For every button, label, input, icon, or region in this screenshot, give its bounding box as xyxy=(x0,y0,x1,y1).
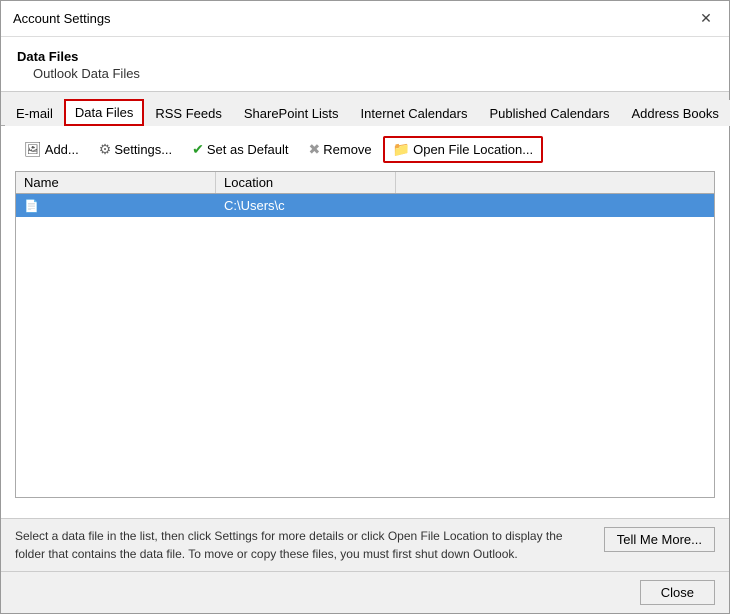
remove-button[interactable]: ✖ Remove xyxy=(300,137,381,162)
location-column-header: Location xyxy=(216,172,396,193)
table-row[interactable]: 📄 C:\Users\c xyxy=(16,194,714,217)
footer-section: Select a data file in the list, then cli… xyxy=(1,518,729,571)
toolbar: 🖼 Add... ⚙ Settings... ✔ Set as Default … xyxy=(15,136,715,163)
add-icon: 🖼 xyxy=(24,141,42,158)
title-bar: Account Settings ✕ xyxy=(1,1,729,37)
list-header: Name Location xyxy=(16,172,714,194)
tab-data-files[interactable]: Data Files xyxy=(64,99,145,126)
footer-text: Select a data file in the list, then cli… xyxy=(15,527,594,563)
tabs-bar: E-mail Data Files RSS Feeds SharePoint L… xyxy=(1,92,729,126)
bottom-bar: Close xyxy=(1,571,729,613)
file-location-cell: C:\Users\c xyxy=(216,194,714,217)
tab-rss-feeds[interactable]: RSS Feeds xyxy=(144,100,232,126)
name-column-header: Name xyxy=(16,172,216,193)
folder-icon: 📁 xyxy=(393,141,410,158)
close-button[interactable]: Close xyxy=(640,580,715,605)
tab-internet-calendars[interactable]: Internet Calendars xyxy=(350,100,479,126)
tab-address-books[interactable]: Address Books xyxy=(620,100,729,126)
section-subtitle: Outlook Data Files xyxy=(17,66,713,81)
open-file-location-button[interactable]: 📁 Open File Location... xyxy=(383,136,543,163)
check-icon: ✔ xyxy=(192,141,204,158)
tab-sharepoint-lists[interactable]: SharePoint Lists xyxy=(233,100,350,126)
tab-email[interactable]: E-mail xyxy=(5,100,64,126)
file-name-cell: 📄 xyxy=(16,194,216,217)
header-section: Data Files Outlook Data Files xyxy=(1,37,729,92)
tab-published-calendars[interactable]: Published Calendars xyxy=(478,100,620,126)
settings-icon: ⚙ xyxy=(99,141,112,158)
remove-icon: ✖ xyxy=(309,141,321,158)
title-close-button[interactable]: ✕ xyxy=(695,8,717,30)
file-icon: 📄 xyxy=(24,199,39,213)
content-area: 🖼 Add... ⚙ Settings... ✔ Set as Default … xyxy=(1,126,729,518)
account-settings-dialog: Account Settings ✕ Data Files Outlook Da… xyxy=(0,0,730,614)
data-files-list[interactable]: Name Location 📄 C:\Users\c xyxy=(15,171,715,498)
add-button[interactable]: 🖼 Add... xyxy=(15,137,88,162)
tell-me-more-button[interactable]: Tell Me More... xyxy=(604,527,715,552)
section-title: Data Files xyxy=(17,49,713,64)
dialog-title: Account Settings xyxy=(13,11,111,26)
settings-button[interactable]: ⚙ Settings... xyxy=(90,137,181,162)
set-default-button[interactable]: ✔ Set as Default xyxy=(183,137,297,162)
